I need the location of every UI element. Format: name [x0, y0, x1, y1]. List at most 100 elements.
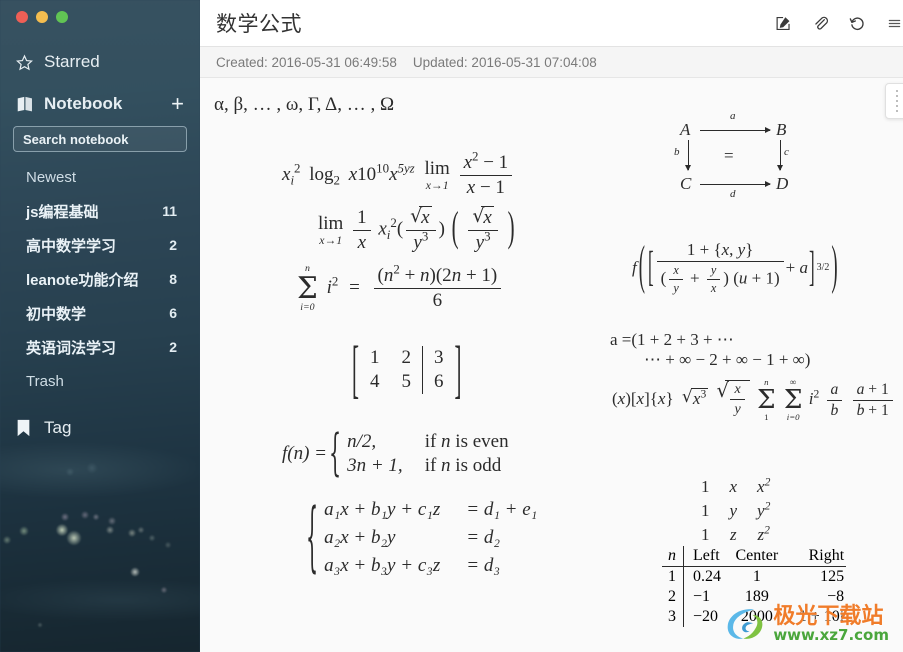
cell-right: 125 [820, 568, 845, 585]
case-cond: if n is even [424, 431, 509, 452]
matrix-table: 1 2 3 4 5 6 [359, 346, 455, 394]
sidebar: Starred Notebook + Newest [0, 0, 200, 652]
system-rhs: = d₁ + e₁ [466, 499, 538, 520]
sum2-bot: i=0 [786, 412, 800, 423]
matrix-cell: 6 [421, 370, 455, 394]
cd-label-equals: = [724, 146, 734, 165]
cd-node-D: D [776, 174, 789, 193]
notebook-item-english-grammar[interactable]: 英语词法学习 2 [0, 330, 200, 364]
note-pane: 数学公式 Created: 2016-05-31 06:49:58 Update… [200, 0, 903, 652]
attachment-icon[interactable] [812, 15, 829, 32]
vandermonde-cell: z [729, 525, 737, 544]
add-notebook-button[interactable]: + [171, 93, 184, 115]
cell-right: −8 [827, 588, 845, 605]
formula-piecewise: f(n) = { n/2, if n is even 3n + 1, if n … [282, 425, 509, 483]
case-expr: 3n + 1, [347, 455, 403, 476]
cd-arrow-right [777, 140, 783, 171]
system-row: a₃x + b₃y + c₃z = d₃ [324, 552, 537, 580]
cd-label-c: c [784, 146, 789, 158]
nested-den: (x y + y x) (u + 1) [660, 263, 780, 295]
cell-center: 1 [752, 568, 761, 585]
cell-center: 189 [744, 588, 769, 605]
formula-limit-sqrt: lim x→1 1 x xi2( x y3 ) ( x y3 ) [316, 203, 517, 254]
cd-arrow-bottom [700, 181, 771, 187]
notebook-item-count: 11 [162, 203, 177, 219]
data-table: n Left Center Right 1 0.24 1 125 2 −1 18… [662, 546, 847, 627]
cell-center: 2000 [740, 608, 773, 625]
cell-right: 1 + 10i [798, 608, 845, 625]
search-input[interactable] [13, 126, 187, 152]
note-header: 数学公式 [200, 0, 903, 47]
vandermonde-cell: 1 [701, 501, 710, 520]
matrix-cell: 5 [401, 371, 411, 392]
cell-n: 3 [662, 607, 684, 627]
vandermonde-cell: y [729, 501, 738, 520]
note-toolbar [775, 15, 901, 32]
formula-log-limit: xi2 log2 x1010x5yz lim x→1 x2 − 1 x − 1 [282, 150, 515, 199]
column-header-center: Center [735, 547, 779, 564]
nested-num: 1 + {x, y} [656, 240, 784, 262]
formula-commutative-diagram: A B C D a d b c = [674, 98, 790, 200]
cd-arrow-top [700, 127, 771, 133]
notebook-item-count: 8 [169, 271, 177, 287]
notebook-item-leanote-intro[interactable]: leanote功能介绍 8 [0, 262, 200, 296]
matrix-cell: 1 [369, 347, 380, 368]
history-icon[interactable] [849, 15, 866, 32]
nested-plus-a: + a [785, 258, 808, 277]
minimize-button[interactable] [36, 11, 48, 23]
notebook-item-js[interactable]: js编程基础 11 [0, 194, 200, 228]
matrix-cell: 4 [369, 371, 380, 392]
notebook-item-newest[interactable]: Newest [0, 160, 200, 194]
notebook-item-count: 6 [169, 305, 177, 321]
notebook-item-label: Newest [26, 168, 77, 186]
vandermonde-cell: z2 [757, 523, 770, 544]
sum1-bot: 1 [764, 412, 769, 423]
vandermonde-cell: x [729, 477, 738, 496]
sidebar-section-tag[interactable]: Tag [0, 410, 200, 446]
cell-left: −1 [693, 588, 711, 605]
sidebar-section-notebook[interactable]: Notebook + [0, 86, 200, 122]
column-header-left: Left [693, 547, 720, 564]
floating-drag-handle[interactable] [885, 83, 903, 119]
case-expr: n/2, [347, 431, 377, 452]
case-cond: if n is odd [424, 455, 502, 476]
formula-data-table: n Left Center Right 1 0.24 1 125 2 −1 18… [662, 546, 847, 627]
notebook-item-count: 2 [169, 237, 177, 253]
table-row: 1 0.24 1 125 [662, 566, 846, 587]
vandermonde-row: 1 z z2 [692, 524, 779, 546]
column-header-n: n [662, 546, 684, 567]
more-icon[interactable] [886, 15, 903, 32]
column-header-right: Right [808, 547, 845, 564]
sidebar-section-label: Notebook [44, 94, 123, 113]
note-meta-bar: Created: 2016-05-31 06:49:58 Updated: 20… [200, 47, 903, 78]
edit-icon[interactable] [775, 15, 792, 32]
sidebar-item-starred[interactable]: Starred [0, 44, 200, 80]
vandermonde-row: 1 x x2 [692, 476, 779, 498]
notebook-list: Newest js编程基础 11 高中数学学习 2 leanote功能介绍 8 … [0, 160, 200, 398]
formula-linear-system: { a₁x + b₁y + c₁z = d₁ + e₁ a₂x + b₂y = … [306, 494, 538, 582]
formula-sum-squares: n Σ i=0 i2 = (n2 + n)(2n + 1) 6 [295, 263, 504, 313]
notebook-item-label: 英语词法学习 [26, 339, 117, 357]
notebook-item-count: 2 [169, 339, 177, 355]
matrix-cell: 3 [421, 346, 455, 370]
maximize-button[interactable] [56, 11, 68, 23]
infinite-sum-line1: a =(1 + 2 + 3 + ⋯ [610, 330, 734, 349]
cd-label-a: a [730, 110, 736, 122]
notebook-item-trash[interactable]: Trash [0, 364, 200, 398]
notebook-icon [16, 96, 38, 112]
close-button[interactable] [16, 11, 28, 23]
system-row: a₁x + b₁y + c₁z = d₁ + e₁ [324, 496, 537, 524]
notebook-item-middleschool-math[interactable]: 初中数学 6 [0, 296, 200, 330]
formula-greek-letters: α, β, … , ω, Γ, Δ, … , Ω [214, 94, 395, 115]
sidebar-section-label: Tag [44, 418, 72, 437]
notebook-item-highschool-math[interactable]: 高中数学学习 2 [0, 228, 200, 262]
nested-f: f [632, 258, 637, 277]
vandermonde-cell: x2 [757, 475, 771, 496]
table-row: 3 −20 2000 1 + 10i [662, 607, 846, 627]
grip-icon [896, 90, 900, 112]
system-lhs: a₃x + b₃y + c₃z [324, 555, 441, 576]
star-icon [16, 54, 38, 71]
formula-vandermonde: 1 x x2 1 y y2 1 z z2 [690, 474, 781, 548]
cd-node-A: A [680, 120, 691, 139]
notebook-item-label: js编程基础 [26, 203, 99, 221]
